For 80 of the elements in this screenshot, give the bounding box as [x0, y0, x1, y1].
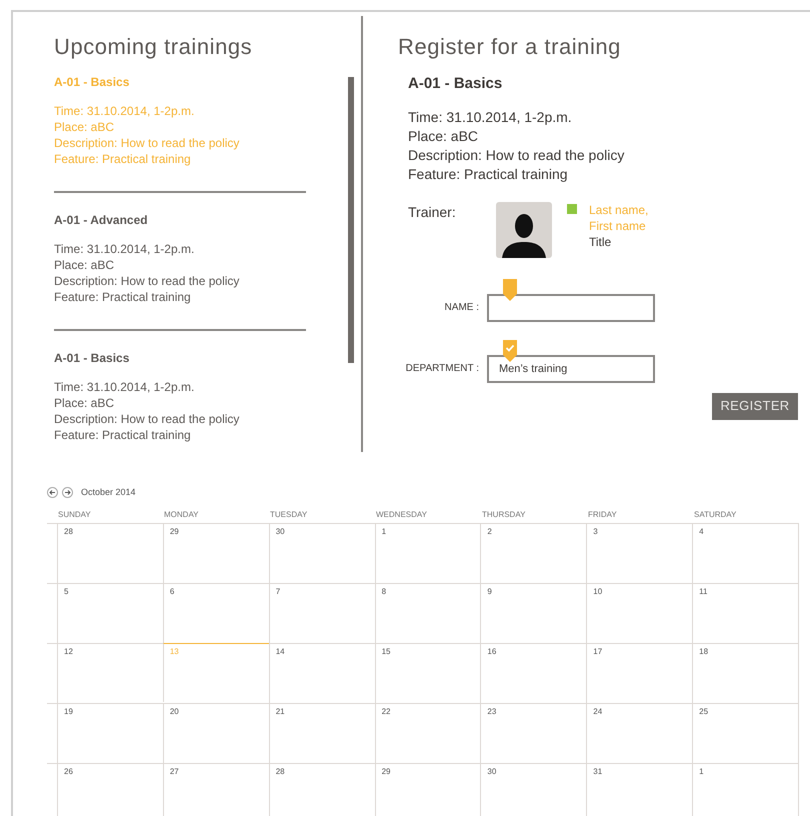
day-cell[interactable]: 27 [162, 764, 269, 816]
training-name: A-01 - Basics [54, 74, 130, 91]
training-item[interactable]: A-01 - Advanced Time: 31.10.2014, 1-2p.m. Place: aBC Description: How to read the policy Feature: Practical training [54, 191, 306, 305]
training-detail: Description: How to read the policy [408, 146, 626, 164]
day-cell[interactable]: 2 [480, 524, 586, 582]
training-detail: Feature: Practical training [54, 151, 192, 167]
day-cell[interactable]: 28 [57, 524, 163, 582]
training-name: A-01 - Basics [408, 74, 504, 94]
day-cell[interactable]: 1 [692, 764, 798, 816]
day-cell[interactable]: 24 [586, 704, 692, 762]
day-cell[interactable]: 3 [586, 524, 692, 582]
text-field[interactable] [487, 294, 655, 322]
day-cell[interactable]: 30 [268, 524, 375, 582]
training-detail: Feature: Practical training [408, 164, 569, 184]
weekday-header: SUNDAY [57, 508, 92, 520]
day-cell[interactable]: 22 [374, 704, 480, 762]
day-cell[interactable]: 16 [480, 644, 586, 702]
day-cell[interactable]: 12 [57, 644, 163, 702]
training-detail: Feature: Practical training [54, 289, 192, 305]
day-cell[interactable]: 29 [374, 764, 480, 816]
day-cell[interactable]: 6 [162, 584, 269, 642]
day-cell[interactable]: 17 [586, 644, 692, 702]
training-detail: Time: 31.10.2014, 1-2p.m. [54, 241, 196, 257]
day-cell[interactable]: 7 [268, 584, 375, 642]
day-cell[interactable]: 20 [162, 704, 269, 762]
month-label: October 2014 [81, 486, 136, 499]
previous-button[interactable] [47, 487, 58, 498]
training-detail: Place: aBC [54, 257, 116, 273]
day-cell[interactable]: 9 [480, 584, 586, 642]
day-cell[interactable]: 14 [268, 644, 375, 702]
training-detail: Time: 31.10.2014, 1-2p.m. [54, 103, 196, 119]
day-cell[interactable]: 30 [480, 764, 586, 816]
avatar-silhouette [496, 202, 552, 258]
text-field[interactable]: Men’s training [487, 354, 655, 382]
day-cell[interactable]: 1 [374, 524, 480, 582]
section-title: Register for a training [398, 33, 622, 61]
day-cell[interactable]: 15 [374, 644, 480, 702]
weekday-header: MONDAY [163, 508, 200, 520]
trainer-name: First name [589, 218, 647, 234]
weekday-header: WEDNESDAY [375, 508, 428, 520]
trainer-name: Last name, [589, 202, 648, 218]
day-cell[interactable]: 10 [586, 584, 692, 642]
day-cell[interactable]: 31 [586, 764, 692, 816]
field-label: DEPARTMENT : [404, 362, 480, 376]
trainer-label: Trainer: [408, 202, 457, 222]
training-name: A-01 - Basics [54, 350, 130, 367]
day-cell[interactable]: 28 [268, 764, 375, 816]
day-cell[interactable]: 25 [692, 704, 798, 762]
training-detail: Description: How to read the policy [54, 411, 240, 427]
day-cell[interactable]: 26 [57, 764, 163, 816]
training-detail: Description: How to read the policy [54, 135, 240, 151]
trainer-title: Title [589, 234, 612, 250]
training-detail: Place: aBC [54, 395, 116, 411]
training-detail: Description: How to read the policy [54, 273, 240, 289]
training-item[interactable]: A-01 - Basics Time: 31.10.2014, 1-2p.m. Place: aBC Description: How to read the policy Feature: Practical training [54, 329, 306, 443]
day-cell[interactable]: 18 [692, 644, 798, 702]
weekday-header: FRIDAY [587, 508, 618, 520]
field-label: NAME : [444, 301, 480, 315]
training-detail: Time: 31.10.2014, 1-2p.m. [54, 379, 196, 395]
training-detail: Place: aBC [54, 119, 116, 135]
day-cell[interactable]: 19 [57, 704, 163, 762]
training-detail: Feature: Practical training [54, 427, 192, 443]
day-cell[interactable]: 29 [162, 524, 269, 582]
left-arrow-icon [49, 489, 56, 496]
register-button[interactable]: REGISTER [712, 392, 798, 420]
next-button[interactable] [62, 487, 73, 498]
training-name: A-01 - Advanced [54, 212, 149, 229]
day-cell[interactable]: 21 [268, 704, 375, 762]
right-arrow-icon [64, 489, 71, 496]
day-cell[interactable]: 23 [480, 704, 586, 762]
weekday-header: SATURDAY [693, 508, 738, 520]
training-detail: Time: 31.10.2014, 1-2p.m. [408, 108, 573, 126]
day-cell[interactable]: 8 [374, 584, 480, 642]
weekday-header: THURSDAY [481, 508, 526, 520]
day-cell[interactable]: 4 [692, 524, 798, 582]
weekday-header: TUESDAY [269, 508, 308, 520]
section-title: Upcoming trainings [54, 33, 254, 61]
day-cell[interactable]: 5 [57, 584, 163, 642]
training-detail: Place: aBC [408, 126, 480, 146]
day-cell[interactable]: 11 [692, 584, 798, 642]
